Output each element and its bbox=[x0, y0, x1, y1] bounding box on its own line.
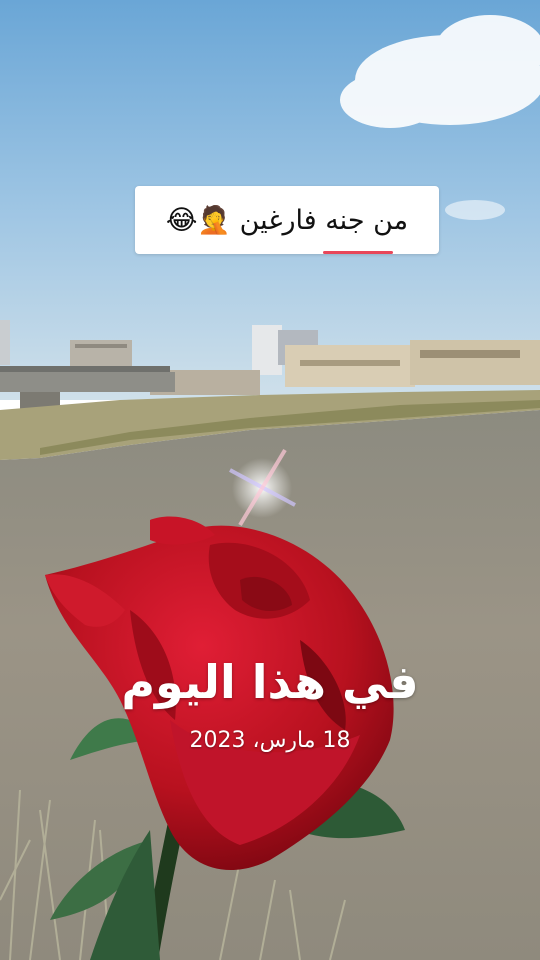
memory-title: في هذا اليوم bbox=[121, 655, 419, 709]
memory-date: 18 مارس، 2023 bbox=[189, 728, 351, 753]
caption-underline bbox=[323, 251, 393, 254]
caption-text: من جنه فارغين 🤦😂 bbox=[165, 205, 409, 236]
caption-sticker: من جنه فارغين 🤦😂 bbox=[135, 186, 439, 254]
photo-background bbox=[0, 0, 540, 960]
